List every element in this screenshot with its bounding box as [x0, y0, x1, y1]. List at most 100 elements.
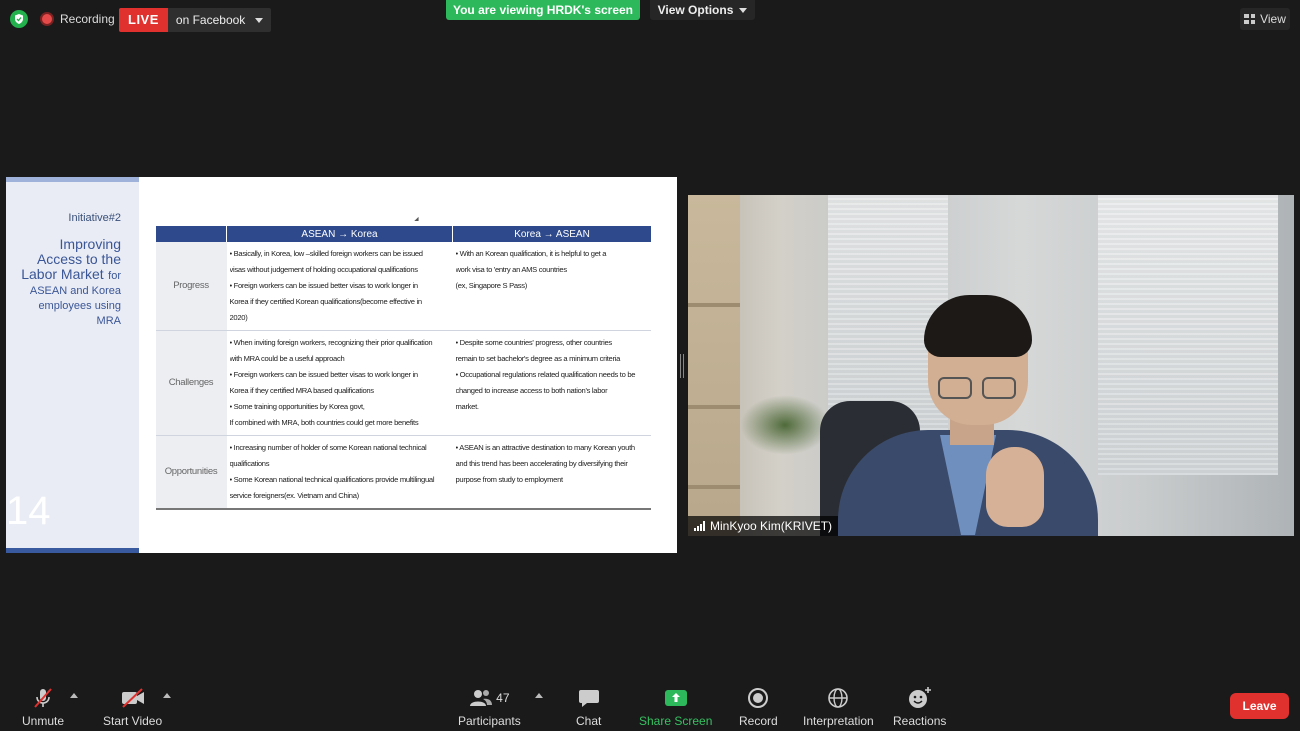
- participant-count: 47: [496, 691, 510, 705]
- leave-button[interactable]: Leave: [1230, 693, 1289, 719]
- video-options-caret-icon[interactable]: [163, 693, 171, 698]
- share-screen-button[interactable]: Share Screen: [639, 686, 712, 728]
- table-cell: • With an Korean qualification, it is he…: [452, 242, 651, 331]
- table-header: Korea → ASEAN: [452, 226, 651, 242]
- participant-name: MinKyoo Kim(KRIVET): [710, 519, 833, 533]
- chat-bubble-icon: [578, 686, 600, 710]
- table-cell-line: If combined with MRA, both countries cou…: [229, 418, 419, 427]
- table-cell-line: • Despite some countries' progress, othe…: [455, 338, 613, 347]
- table-cell: • Basically, in Korea, low –skilled fore…: [226, 242, 453, 331]
- table-cell: • When inviting foreign workers, recogni…: [226, 330, 453, 436]
- video-bg-window: [1098, 195, 1278, 475]
- table-cell-line: work visa to 'entry an AMS countries: [455, 265, 568, 274]
- chat-label: Chat: [576, 714, 602, 728]
- table-cell-line: qualifications: [229, 459, 270, 468]
- slide-sidebar: Initiative#2 Improving Access to the Lab…: [6, 177, 139, 553]
- participant-video-tile[interactable]: MinKyoo Kim(KRIVET): [688, 195, 1294, 536]
- view-options-button[interactable]: View Options: [650, 0, 755, 20]
- slide-title-line: Labor Market: [21, 266, 104, 282]
- recording-indicator[interactable]: Recording: [40, 10, 115, 28]
- globe-icon: [827, 686, 849, 710]
- table-cell: • Increasing number of holder of some Ko…: [226, 435, 453, 510]
- slide-title-line: ASEAN and Korea: [29, 285, 121, 297]
- table-cell-line: • With an Korean qualification, it is he…: [455, 249, 607, 258]
- start-video-label: Start Video: [103, 714, 163, 728]
- reactions-label: Reactions: [893, 714, 947, 728]
- table-cell-line: Korea if they certified MRA based qualif…: [229, 386, 375, 395]
- recording-label: Recording: [60, 12, 115, 26]
- share-screen-label: Share Screen: [639, 714, 713, 728]
- view-options-label: View Options: [657, 3, 734, 17]
- table-cell-line: Korea if they certified Korean qualifica…: [229, 297, 423, 306]
- chevron-down-icon: [255, 17, 264, 23]
- table-header-row: ASEAN → Korea Korea → ASEAN: [155, 226, 651, 242]
- table-row-label: Challenges: [155, 330, 227, 436]
- record-button[interactable]: Record: [739, 686, 778, 728]
- zoom-meeting-window: Recording LIVE on Facebook You are viewi…: [0, 0, 1300, 731]
- start-video-button[interactable]: Start Video: [103, 686, 162, 728]
- interpretation-button[interactable]: Interpretation: [803, 686, 874, 728]
- table-header: ASEAN → Korea: [226, 226, 453, 242]
- view-label: View: [1260, 12, 1286, 26]
- video-off-icon: [120, 686, 146, 710]
- participant-nameplate: MinKyoo Kim(KRIVET): [688, 516, 839, 536]
- participant-glasses: [938, 377, 1020, 399]
- table-cell-line: visas without judgement of holding occup…: [229, 265, 419, 274]
- table-cell-line: (ex, Singapore S Pass): [455, 281, 528, 290]
- table-row-label: Progress: [155, 242, 227, 331]
- participants-button[interactable]: 47 Participants: [458, 686, 521, 728]
- table-cell-line: changed to increase access to both natio…: [455, 386, 608, 395]
- muted-microphone-icon: [31, 686, 55, 710]
- reactions-button[interactable]: Reactions: [893, 686, 946, 728]
- split-view-divider-handle[interactable]: [680, 354, 684, 378]
- live-destination-dropdown[interactable]: on Facebook: [167, 8, 272, 32]
- slide-title-line: for: [108, 270, 121, 282]
- participants-options-caret-icon[interactable]: [535, 693, 543, 698]
- view-button[interactable]: View: [1240, 8, 1290, 30]
- grid-view-icon: [1244, 14, 1256, 24]
- slide-initiative-label: Initiative#2: [68, 212, 121, 224]
- signal-strength-icon: [694, 521, 705, 531]
- mouse-cursor-icon: [414, 216, 421, 224]
- table-cell-line: • Some Korean national technical qualifi…: [229, 475, 435, 484]
- table-cell-line: • ASEAN is an attractive destination to …: [455, 443, 636, 452]
- audio-options-caret-icon[interactable]: [70, 693, 78, 698]
- participants-icon-wrap: 47: [469, 686, 510, 710]
- unmute-button[interactable]: Unmute: [22, 686, 64, 728]
- table-row: Progress • Basically, in Korea, low –skil…: [155, 242, 651, 331]
- live-stream-indicator[interactable]: LIVE on Facebook: [119, 8, 272, 32]
- table-row: Opportunities • Increasing number of hold…: [155, 435, 651, 510]
- table-header-blank: [155, 226, 227, 242]
- live-badge: LIVE: [119, 8, 168, 32]
- table-row: Challenges • When inviting foreign worker…: [155, 330, 651, 436]
- live-destination-label: on Facebook: [175, 13, 246, 27]
- recording-dot-icon: [40, 12, 54, 26]
- participant-hair: [924, 295, 1032, 357]
- table-cell-line: • Some training opportunities by Korea g…: [229, 402, 365, 411]
- table-cell-line: purpose from study to employment: [455, 475, 564, 484]
- slide-title-line: employees using: [38, 300, 121, 312]
- table-cell-line: remain to set bachelor's degree as a min…: [455, 354, 621, 363]
- chat-button[interactable]: Chat: [576, 686, 601, 728]
- participant-hand: [986, 447, 1044, 527]
- viewing-screen-banner: You are viewing HRDK's screen: [446, 0, 640, 20]
- table-cell: • ASEAN is an attractive destination to …: [452, 435, 651, 510]
- participants-icon: [470, 690, 493, 706]
- slide-page-number: 14: [6, 489, 51, 533]
- security-shield-icon[interactable]: [10, 10, 28, 28]
- table-cell-line: 2020): [229, 313, 248, 322]
- slide-title-line: MRA: [96, 315, 121, 327]
- unmute-label: Unmute: [22, 714, 65, 728]
- table-cell-line: • Increasing number of holder of some Ko…: [229, 443, 427, 452]
- table-row-label: Opportunities: [155, 435, 227, 510]
- shared-screen-slide: Initiative#2 Improving Access to the Lab…: [6, 177, 677, 553]
- table-cell-line: market.: [455, 402, 480, 411]
- video-bg-shelf: [688, 195, 740, 536]
- table-cell-line: • Occupational regulations related quali…: [455, 370, 636, 379]
- table-cell-line: with MRA could be a useful approach: [229, 354, 345, 363]
- record-label: Record: [739, 714, 778, 728]
- record-icon: [747, 686, 769, 710]
- share-screen-icon: [664, 686, 688, 710]
- video-bg-plant: [740, 395, 830, 455]
- slide-title: Improving Access to the Labor Market for…: [6, 237, 121, 329]
